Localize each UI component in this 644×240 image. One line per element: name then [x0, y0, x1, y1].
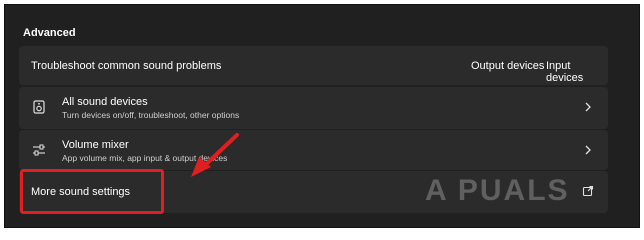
- all-sound-devices-title: All sound devices: [62, 96, 148, 108]
- mixer-sliders-icon: [32, 143, 46, 162]
- input-devices-link[interactable]: Input devices: [546, 60, 608, 84]
- troubleshoot-label: Troubleshoot common sound problems: [31, 60, 222, 72]
- volume-mixer-row[interactable]: Volume mixer App volume mix, app input &…: [19, 130, 608, 170]
- external-link-icon: [582, 185, 594, 197]
- red-arrow-annotation: [191, 133, 239, 177]
- troubleshoot-row: Troubleshoot common sound problems Outpu…: [19, 46, 608, 85]
- appuals-watermark: A PUALS: [425, 171, 575, 211]
- watermark-text: A PUALS: [425, 174, 570, 207]
- speaker-device-icon: [33, 100, 45, 119]
- output-devices-link[interactable]: Output devices: [471, 60, 544, 72]
- all-sound-devices-subtitle: Turn devices on/off, troubleshoot, other…: [62, 110, 240, 120]
- all-sound-devices-row[interactable]: All sound devices Turn devices on/off, t…: [19, 87, 608, 129]
- highlight-box: [20, 169, 164, 214]
- chevron-right-icon: [585, 102, 591, 112]
- chevron-right-icon: [585, 145, 591, 155]
- section-title: Advanced: [23, 27, 76, 39]
- settings-window: Advanced Troubleshoot common sound probl…: [4, 4, 640, 228]
- volume-mixer-title: Volume mixer: [62, 139, 129, 151]
